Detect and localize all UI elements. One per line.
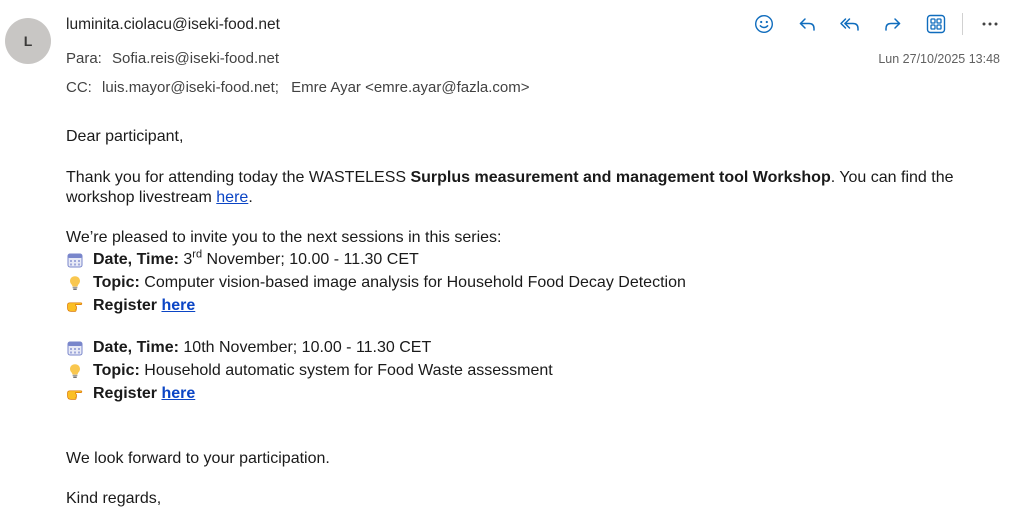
cc-recipient[interactable]: Emre Ayar <emre.ayar@fazla.com>	[291, 79, 529, 96]
lightbulb-icon	[66, 362, 83, 379]
more-icon	[982, 22, 998, 26]
calendar-icon	[66, 251, 83, 268]
date-value-rest: November; 10.00 - 11.30 CET	[202, 250, 419, 268]
register-label: Register	[93, 384, 162, 402]
avatar[interactable]: L	[5, 18, 51, 64]
thanks-text-end: . You can find the	[830, 169, 954, 186]
livestream-link[interactable]: here	[216, 189, 248, 206]
livestream-text: workshop livestream	[66, 189, 217, 206]
closing-text: We look forward to your participation.	[66, 450, 330, 467]
to-label: Para:	[66, 50, 102, 67]
session-block: Date, Time: 10th November; 10.00 - 11.30…	[66, 336, 1006, 405]
toolbar-divider	[962, 13, 963, 35]
cc-label: CC:	[66, 79, 92, 96]
session-topic-line: Topic: Computer vision-based image analy…	[66, 271, 1006, 294]
cc-row: CC: luis.mayor@iseki-food.net; Emre Ayar…	[66, 79, 530, 96]
date-label: Date, Time:	[93, 338, 179, 356]
pointing-hand-icon	[66, 385, 83, 402]
to-row: Para: Sofia.reis@iseki-food.net	[66, 50, 279, 67]
topic-label: Topic:	[93, 273, 140, 291]
session-topic-line: Topic: Household automatic system for Fo…	[66, 359, 1006, 382]
session-date-line: Date, Time: 3rd November; 10.00 - 11.30 …	[66, 248, 1006, 271]
session-block: Date, Time: 3rd November; 10.00 - 11.30 …	[66, 248, 1006, 317]
lightbulb-icon	[66, 274, 83, 291]
emoji-icon	[754, 14, 774, 34]
date-label: Date, Time:	[93, 250, 179, 268]
emoji-react-button[interactable]	[752, 12, 776, 36]
greeting: Dear participant,	[66, 128, 184, 145]
reply-button[interactable]	[795, 12, 819, 36]
reply-all-button[interactable]	[838, 12, 862, 36]
message-body: Dear participant, Thank you for attendin…	[66, 127, 1006, 509]
date-value: 3	[178, 250, 193, 268]
cc-recipient[interactable]: luis.mayor@iseki-food.net;	[102, 79, 279, 96]
topic-label: Topic:	[93, 361, 140, 379]
reply-all-icon	[840, 18, 859, 31]
topic-value: Computer vision-based image analysis for…	[139, 273, 686, 291]
register-link[interactable]: here	[161, 385, 195, 402]
apps-button[interactable]	[924, 12, 948, 36]
topic-value: Household automatic system for Food Wast…	[139, 361, 553, 379]
thanks-paragraph: Thank you for attending today the WASTEL…	[66, 168, 1006, 208]
forward-icon	[885, 18, 901, 31]
register-link[interactable]: here	[161, 297, 195, 314]
more-actions-button[interactable]	[978, 12, 1002, 36]
sent-datetime: Lun 27/10/2025 13:48	[878, 52, 1000, 66]
session-date-line: Date, Time: 10th November; 10.00 - 11.30…	[66, 336, 1006, 359]
date-ordinal: rd	[192, 248, 203, 261]
forward-button[interactable]	[881, 12, 905, 36]
reply-icon	[799, 18, 815, 31]
pointing-hand-icon	[66, 297, 83, 314]
session-register-line: Register here	[66, 294, 1006, 317]
calendar-icon	[66, 339, 83, 356]
workshop-title: Surplus measurement and management tool …	[410, 169, 831, 186]
session-register-line: Register here	[66, 382, 1006, 405]
email-reading-pane: L luminita.ciolacu@iseki-food.net Para: …	[0, 0, 1024, 523]
apps-icon	[926, 14, 946, 34]
livestream-period: .	[248, 189, 253, 206]
invite-text: We’re pleased to invite you to the next …	[66, 229, 502, 246]
thanks-text: Thank you for attending today the WASTEL…	[66, 169, 411, 186]
signoff-text: Kind regards,	[66, 490, 162, 507]
message-toolbar	[733, 12, 1002, 36]
register-label: Register	[93, 296, 162, 314]
sender-address[interactable]: luminita.ciolacu@iseki-food.net	[66, 16, 280, 34]
date-value: 10th November; 10.00 - 11.30 CET	[178, 338, 432, 356]
to-recipient[interactable]: Sofia.reis@iseki-food.net	[112, 50, 279, 67]
